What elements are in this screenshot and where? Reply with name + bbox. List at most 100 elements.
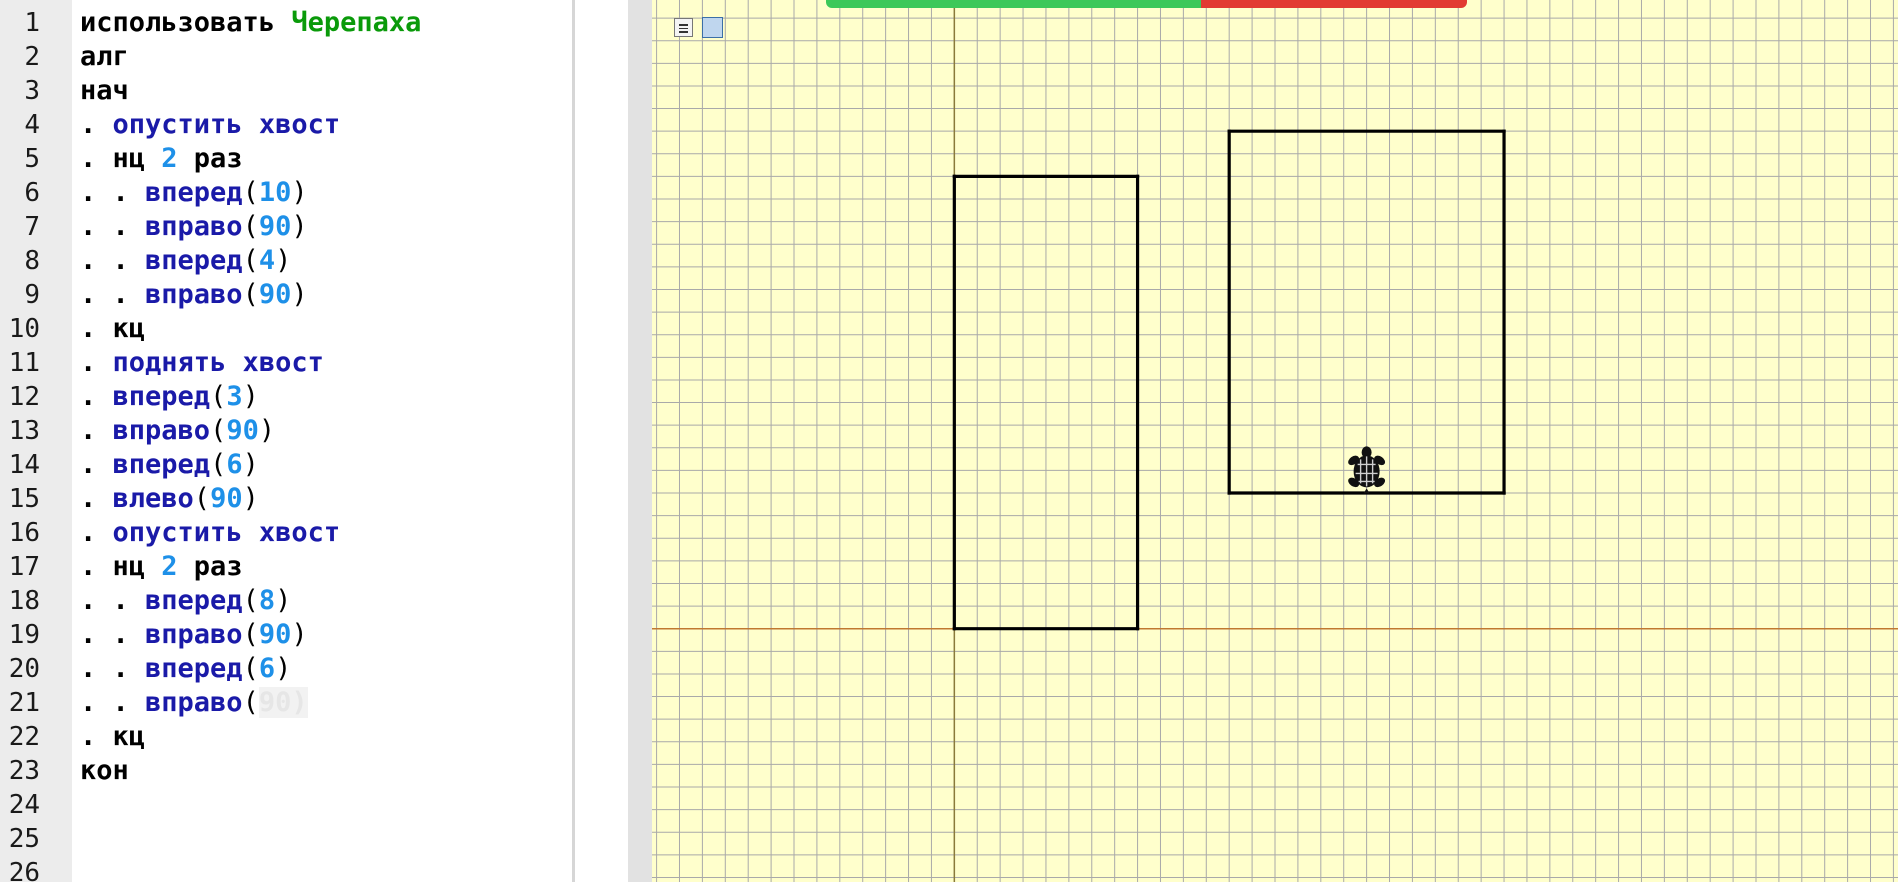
code-token: вперед: [145, 177, 243, 208]
code-token: ): [291, 177, 308, 208]
code-token: (: [242, 245, 259, 276]
code-line[interactable]: . кц: [80, 312, 145, 346]
code-token: . .: [80, 211, 146, 242]
code-line[interactable]: . . вперед(10): [80, 176, 308, 210]
code-line[interactable]: . . вперед(8): [80, 584, 291, 618]
code-token: вправо: [145, 619, 243, 650]
turtle-canvas: [652, 0, 1898, 882]
code-token: 2: [161, 143, 178, 174]
turtle-field[interactable]: [652, 0, 1898, 882]
menu-icon[interactable]: [674, 18, 693, 37]
code-token: (: [210, 449, 227, 480]
code-token: . кц: [80, 721, 146, 752]
code-token: ): [275, 585, 292, 616]
line-number: 4: [24, 110, 40, 140]
code-line[interactable]: . вправо(90): [80, 414, 275, 448]
code-token: . нц: [80, 143, 162, 174]
code-token: .: [80, 347, 113, 378]
code-line[interactable]: . . вправо(90): [80, 618, 308, 652]
line-number: 11: [8, 348, 40, 378]
code-line[interactable]: использовать Черепаха: [80, 6, 421, 40]
code-token: ): [275, 245, 292, 276]
code-token: .: [80, 415, 113, 446]
code-token: ): [258, 415, 276, 446]
code-token: кон: [80, 755, 129, 786]
line-number: 21: [8, 688, 40, 718]
code-token: 10: [258, 177, 292, 208]
code-token: (: [242, 177, 259, 208]
code-token: ): [242, 381, 259, 412]
code-token: 6: [258, 653, 276, 684]
code-line[interactable]: алг: [80, 40, 129, 74]
line-number: 17: [8, 552, 40, 582]
code-token: .: [80, 517, 113, 548]
line-number: 20: [8, 654, 40, 684]
code-token: вправо: [112, 415, 211, 446]
code-editor[interactable]: 1 2 3 4 5 6 7 8 9 10 11 12 13 14 15 16 17 18 19 20 21 22 23 24 2…: [0, 0, 572, 882]
code-token: раз: [177, 551, 243, 582]
line-number: 25: [8, 824, 40, 854]
code-line[interactable]: . опустить хвост: [80, 108, 340, 142]
code-token: (: [242, 211, 259, 242]
code-line[interactable]: . поднять хвост: [80, 346, 324, 380]
code-line[interactable]: . нц 2 раз: [80, 550, 243, 584]
code-token: 4: [258, 245, 276, 276]
code-line[interactable]: . . вправо(90): [80, 278, 308, 312]
code-token: 90: [226, 415, 259, 446]
code-token: ): [291, 279, 308, 310]
code-line[interactable]: . . вправо(90): [80, 686, 308, 720]
code-token: поднять хвост: [112, 347, 324, 378]
code-token: нач: [80, 75, 129, 106]
code-token: (: [193, 483, 211, 514]
code-line[interactable]: . кц: [80, 720, 145, 754]
code-token: ): [242, 449, 259, 480]
line-number: 7: [24, 212, 40, 242]
code-line[interactable]: . вперед(3): [80, 380, 259, 414]
code-token: 90: [210, 483, 243, 514]
line-number: 13: [8, 416, 40, 446]
code-line[interactable]: . вперед(6): [80, 448, 259, 482]
code-token: использовать: [80, 7, 292, 38]
code-token: (: [242, 585, 259, 616]
code-token: вправо: [145, 211, 243, 242]
line-number: 6: [24, 178, 40, 208]
line-number: 19: [8, 620, 40, 650]
code-line[interactable]: . . вправо(90): [80, 210, 308, 244]
code-token: 8: [258, 585, 276, 616]
code-token: (: [210, 415, 227, 446]
code-token: вперед: [145, 585, 243, 616]
code-token: влево: [112, 483, 194, 514]
status-bar-red: [1201, 0, 1467, 8]
code-line[interactable]: . . вперед(4): [80, 244, 291, 278]
view-square-icon[interactable]: [702, 17, 723, 38]
status-bar-green: [826, 0, 1201, 8]
code-token: вперед: [112, 381, 211, 412]
code-line[interactable]: кон: [80, 754, 129, 788]
line-number: 5: [24, 144, 40, 174]
code-token: вправо: [145, 687, 243, 718]
code-line[interactable]: . опустить хвост: [80, 516, 340, 550]
line-number: 1: [24, 8, 40, 38]
side-panel: [575, 0, 629, 882]
code-token: 2: [161, 551, 178, 582]
line-number: 2: [24, 42, 40, 72]
code-token: .: [80, 483, 113, 514]
code-token: опустить хвост: [112, 109, 341, 140]
line-number: 24: [8, 790, 40, 820]
code-line[interactable]: . влево(90): [80, 482, 259, 516]
code-token: . .: [80, 585, 146, 616]
code-token: ): [291, 619, 308, 650]
code-token: ): [242, 483, 259, 514]
code-token: ): [275, 653, 292, 684]
code-token: 90): [258, 687, 308, 718]
code-line[interactable]: . нц 2 раз: [80, 142, 243, 176]
code-token: 90: [258, 279, 292, 310]
code-line[interactable]: . . вперед(6): [80, 652, 291, 686]
code-token: (: [242, 653, 259, 684]
code-token: 90: [258, 211, 292, 242]
code-token: 6: [226, 449, 243, 480]
code-line[interactable]: нач: [80, 74, 129, 108]
code-token: 90: [258, 619, 292, 650]
panel-divider[interactable]: [628, 0, 652, 882]
code-token: раз: [177, 143, 243, 174]
